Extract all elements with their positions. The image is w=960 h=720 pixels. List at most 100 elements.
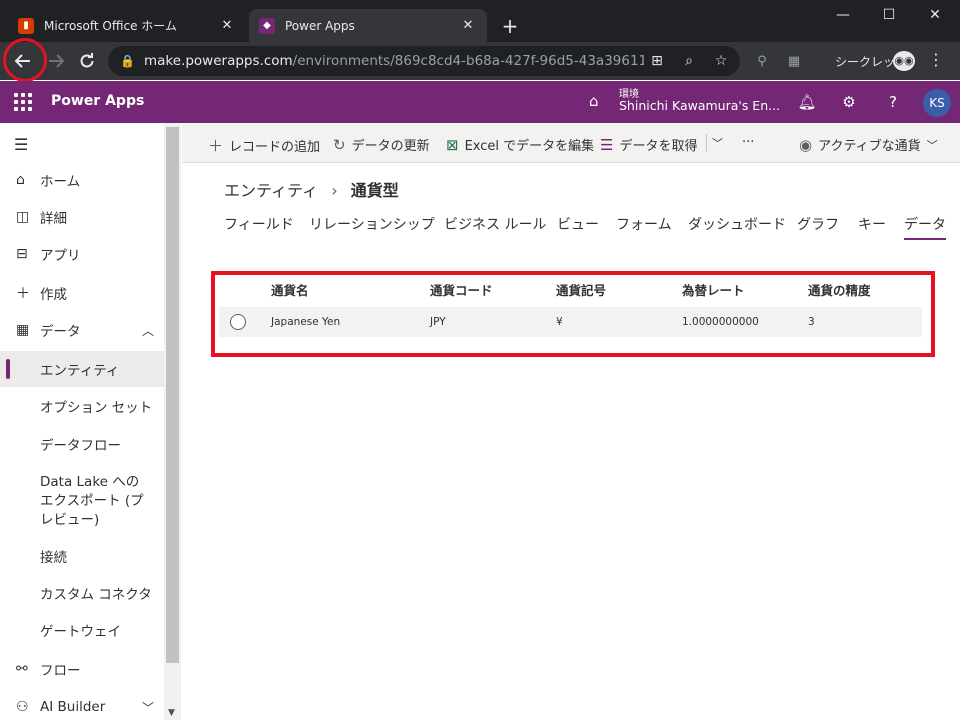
chevron-down-icon: ﹀ <box>926 138 938 152</box>
nav-item-label: AI Builder <box>40 699 106 715</box>
tab-fields[interactable]: フィールド <box>224 214 294 234</box>
command-bar: ＋ レコードの追加 ↻ データの更新 ⊠ Excel でデータを編集 ☰ データ… <box>182 123 960 163</box>
nav-item-learn[interactable]: ◫ 詳細 <box>0 199 164 235</box>
help-icon[interactable]: ? <box>882 91 904 113</box>
refresh-label: データの更新 <box>351 139 430 154</box>
tab-data[interactable]: データ <box>904 214 946 240</box>
table-icon: ▦ <box>16 322 30 338</box>
nav-item-label: 詳細 <box>40 211 67 227</box>
nav-item-label: Data Lake へのエクスポート (プレビュー) <box>40 474 144 528</box>
highlight-box <box>211 271 935 357</box>
nav-item-flows[interactable]: ⚯ フロー <box>0 651 164 687</box>
home-icon: ⌂ <box>16 172 25 188</box>
tab-business-rules[interactable]: ビジネス ルール <box>444 214 546 234</box>
nav-item-ai-builder[interactable]: ⚇ AI Builder ﹀ <box>0 689 164 720</box>
nav-item-label: アプリ <box>40 248 81 264</box>
tab-keys[interactable]: キー <box>858 214 886 234</box>
database-icon: ☰ <box>600 135 614 154</box>
nav-item-label: 接続 <box>40 550 67 566</box>
tab-forms[interactable]: フォーム <box>616 214 672 234</box>
extension-icon[interactable]: ▦ <box>784 51 804 71</box>
nav-item-label: エンティティ <box>40 363 120 379</box>
view-selector[interactable]: ◉ アクティブな通貨 ﹀ <box>799 135 938 155</box>
nav-item-dataflows[interactable]: データフロー <box>0 426 164 462</box>
breadcrumb: エンティティ › 通貨型 <box>224 177 399 201</box>
tab-title: Microsoft Office ホーム <box>44 19 177 33</box>
waffle-icon[interactable] <box>14 93 32 111</box>
add-record-label: レコードの追加 <box>229 140 321 155</box>
reload-icon <box>80 53 94 68</box>
refresh-icon: ↻ <box>333 135 346 154</box>
nav-item-label: カスタム コネクタ <box>40 587 152 603</box>
scroll-down-icon[interactable]: ▼ <box>168 708 175 718</box>
nav-item-home[interactable]: ⌂ ホーム <box>0 162 164 198</box>
close-icon[interactable]: ✕ <box>459 17 477 35</box>
gear-icon[interactable]: ⚙ <box>838 91 860 113</box>
globe-icon: ⌂ <box>589 92 599 110</box>
browser-menu-icon[interactable]: ⋮ <box>928 50 944 69</box>
translate-icon[interactable]: ⊞ <box>646 50 668 72</box>
tab-views[interactable]: ビュー <box>557 214 599 234</box>
nav-item-connections[interactable]: 接続 <box>0 538 164 574</box>
address-bar[interactable]: 🔒 make.powerapps.com/environments/869c8c… <box>108 46 740 76</box>
environment-picker[interactable]: Shinichi Kawamura's En... <box>619 98 780 113</box>
window-close-button[interactable]: ✕ <box>912 4 958 28</box>
url-text: make.powerapps.com/environments/869c8cd4… <box>144 53 644 69</box>
breadcrumb-entities[interactable]: エンティティ <box>224 181 318 200</box>
get-data-button[interactable]: ☰ データを取得 <box>600 135 698 155</box>
bookmark-star-icon[interactable]: ☆ <box>710 50 732 72</box>
chevron-up-icon: ︿ <box>141 323 154 338</box>
app-title[interactable]: Power Apps <box>51 93 144 109</box>
avatar[interactable]: KS <box>923 89 951 117</box>
tab-dashboards[interactable]: ダッシュボード <box>688 214 786 234</box>
separator <box>706 134 707 152</box>
add-record-button[interactable]: ＋ レコードの追加 <box>208 135 320 156</box>
nav-scrollbar[interactable]: ▼ <box>164 123 181 720</box>
office-icon: ▮ <box>18 17 34 34</box>
forward-arrow-icon <box>49 54 65 68</box>
flow-icon: ⚯ <box>16 661 28 677</box>
browser-toolbar: 🔒 make.powerapps.com/environments/869c8c… <box>0 42 960 80</box>
app-header: Power Apps ⌂ 環境 Shinichi Kawamura's En..… <box>0 81 960 123</box>
tab-charts[interactable]: グラフ <box>797 214 839 234</box>
bell-icon[interactable]: 🔔︎ <box>796 91 818 113</box>
nav-item-label: フロー <box>40 663 81 679</box>
powerapps-icon: ◆ <box>259 17 275 34</box>
nav-item-entities[interactable]: エンティティ <box>0 351 164 387</box>
edit-in-excel-button[interactable]: ⊠ Excel でデータを編集 <box>446 135 594 155</box>
nav-item-label: オプション セット <box>40 400 153 416</box>
minimize-button[interactable]: — <box>820 4 866 28</box>
get-data-label: データを取得 <box>619 139 698 154</box>
nav-item-data[interactable]: ▦ データ ︿ <box>0 312 164 348</box>
scrollbar-thumb[interactable] <box>166 127 179 663</box>
extension-icon[interactable]: ⚲ <box>752 51 772 71</box>
nav-item-custom-connectors[interactable]: カスタム コネクタ <box>0 575 164 611</box>
nav-item-apps[interactable]: ⊟ アプリ <box>0 236 164 272</box>
lock-icon: 🔒 <box>120 54 135 68</box>
reload-button[interactable] <box>73 47 101 75</box>
browser-tab-office[interactable]: ▮ Microsoft Office ホーム ✕ <box>8 9 246 42</box>
nav-item-label: データ <box>40 324 81 340</box>
chevron-right-icon: › <box>331 181 338 200</box>
nav-item-option-sets[interactable]: オプション セット <box>0 388 164 424</box>
maximize-button[interactable]: ☐ <box>866 4 912 28</box>
nav-item-label: ゲートウェイ <box>40 624 121 640</box>
eye-icon: ◉ <box>799 135 813 154</box>
refresh-data-button[interactable]: ↻ データの更新 <box>333 135 430 155</box>
breadcrumb-current: 通貨型 <box>350 181 399 200</box>
browser-tab-powerapps[interactable]: ◆ Power Apps ✕ <box>249 9 487 42</box>
more-commands-button[interactable]: ··· <box>742 135 754 150</box>
book-icon: ◫ <box>16 209 30 225</box>
incognito-icon[interactable]: ◉◉ <box>893 51 915 71</box>
nav-item-label: データフロー <box>40 438 121 454</box>
new-tab-button[interactable]: + <box>498 15 522 39</box>
apps-icon: ⊟ <box>16 246 28 262</box>
nav-item-export-datalake[interactable]: Data Lake へのエクスポート (プレビュー) <box>0 473 160 533</box>
nav-item-gateways[interactable]: ゲートウェイ <box>0 612 164 648</box>
get-data-chevron[interactable]: ﹀ <box>712 135 723 151</box>
tab-relationships[interactable]: リレーションシップ <box>309 214 435 234</box>
zoom-icon[interactable]: ⌕ <box>678 50 700 72</box>
close-icon[interactable]: ✕ <box>218 17 236 35</box>
hamburger-icon[interactable]: ☰ <box>14 135 28 154</box>
chevron-down-icon: ﹀ <box>712 137 723 150</box>
